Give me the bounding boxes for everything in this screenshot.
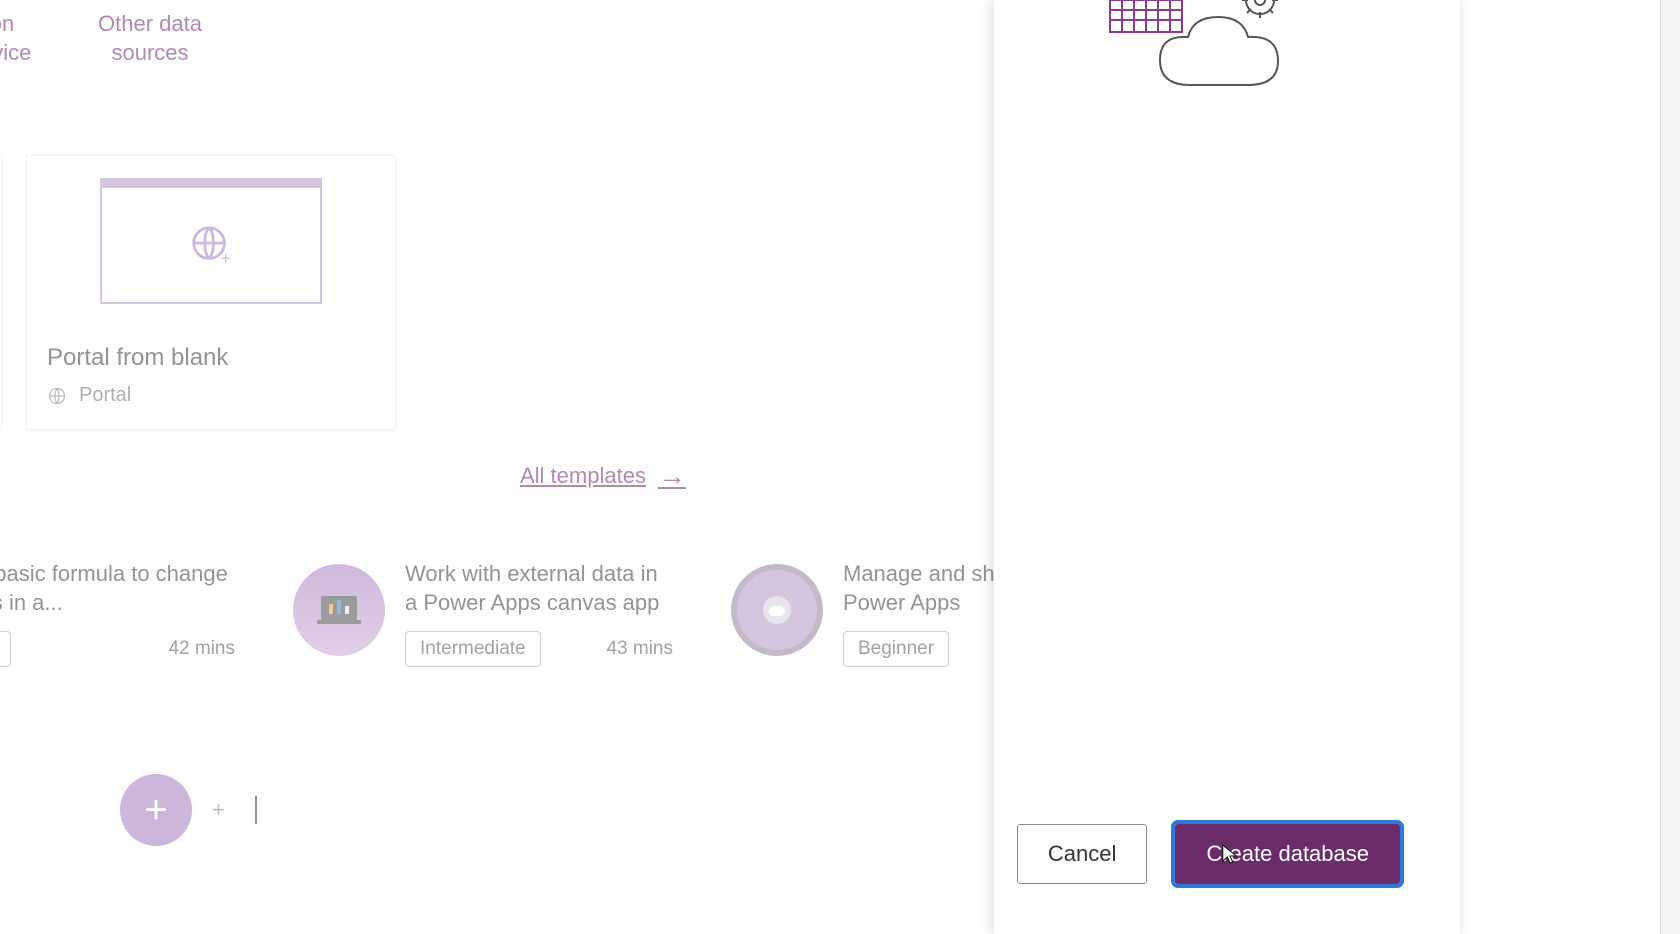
card-subtitle-row: Portal xyxy=(47,384,375,407)
circle-app-icon xyxy=(755,588,799,632)
tab-text-line1: on xyxy=(0,11,14,36)
learn-meta: Beginner 42 mins xyxy=(0,631,235,667)
level-badge: Beginner xyxy=(843,631,949,667)
main-dimmed-content: on ervice Other data sources + xyxy=(0,0,994,934)
grid-gear-cloud-icon xyxy=(1110,0,1278,85)
globe-plus-icon: + xyxy=(188,222,234,268)
learn-title: Work with external data in a Power Apps … xyxy=(405,560,673,617)
template-card-blank-app[interactable]: + n app from blank en app xyxy=(0,155,2,430)
laptop-chart-icon xyxy=(315,592,363,628)
learn-duration: 43 mins xyxy=(606,638,673,660)
plus-small-icon: + xyxy=(212,797,225,823)
all-templates-link[interactable]: All templates → xyxy=(520,460,686,492)
preview-window: + xyxy=(100,178,322,304)
create-database-button[interactable]: Create database xyxy=(1175,824,1400,884)
tab-text-line2: ervice xyxy=(0,40,31,65)
tab-service[interactable]: on ervice xyxy=(0,0,64,67)
create-database-panel: Cancel Create database xyxy=(994,0,1460,934)
arrow-right-icon: → xyxy=(658,460,686,492)
template-cards-row: + n app from blank en app + xyxy=(0,155,396,430)
add-app-button[interactable]: + xyxy=(120,774,192,846)
cancel-button[interactable]: Cancel xyxy=(1017,824,1147,884)
learning-cards-row: Author a basic formula to change propert… xyxy=(0,560,1111,667)
template-card-portal-blank[interactable]: + Portal from blank Portal xyxy=(26,155,396,430)
card-preview: + xyxy=(0,156,1,326)
card-title: Portal from blank xyxy=(47,344,375,372)
learn-meta: Intermediate 43 mins xyxy=(405,631,673,667)
level-badge: Intermediate xyxy=(405,631,541,667)
mouse-cursor-icon xyxy=(1221,843,1239,867)
panel-footer: Cancel Create database xyxy=(1017,824,1400,884)
svg-text:+: + xyxy=(221,248,231,268)
text-cursor xyxy=(255,796,257,824)
panel-illustration xyxy=(1100,0,1320,120)
learn-icon xyxy=(731,564,823,656)
vertical-scrollbar[interactable] xyxy=(1660,0,1680,934)
card-preview: + xyxy=(27,156,395,326)
add-app-row: + + xyxy=(120,774,257,846)
learn-card-external-data[interactable]: Work with external data in a Power Apps … xyxy=(293,560,673,667)
tab-text-line2: sources xyxy=(111,40,188,65)
tab-text-line1: Other data xyxy=(98,11,202,36)
globe-icon xyxy=(47,386,67,406)
tab-other-data-sources[interactable]: Other data sources xyxy=(88,0,212,67)
all-templates-text: All templates xyxy=(520,463,646,489)
learn-card-formula[interactable]: Author a basic formula to change propert… xyxy=(0,560,235,667)
card-sub-text: Portal xyxy=(79,384,131,407)
card-body: Portal from blank Portal xyxy=(27,326,395,429)
level-badge: Beginner xyxy=(0,631,11,667)
learn-title: Author a basic formula to change propert… xyxy=(0,560,235,617)
learn-icon xyxy=(293,564,385,656)
card-body: n app from blank en app xyxy=(0,326,1,429)
learn-duration: 42 mins xyxy=(168,638,235,660)
data-source-tabs: on ervice Other data sources xyxy=(0,0,212,67)
